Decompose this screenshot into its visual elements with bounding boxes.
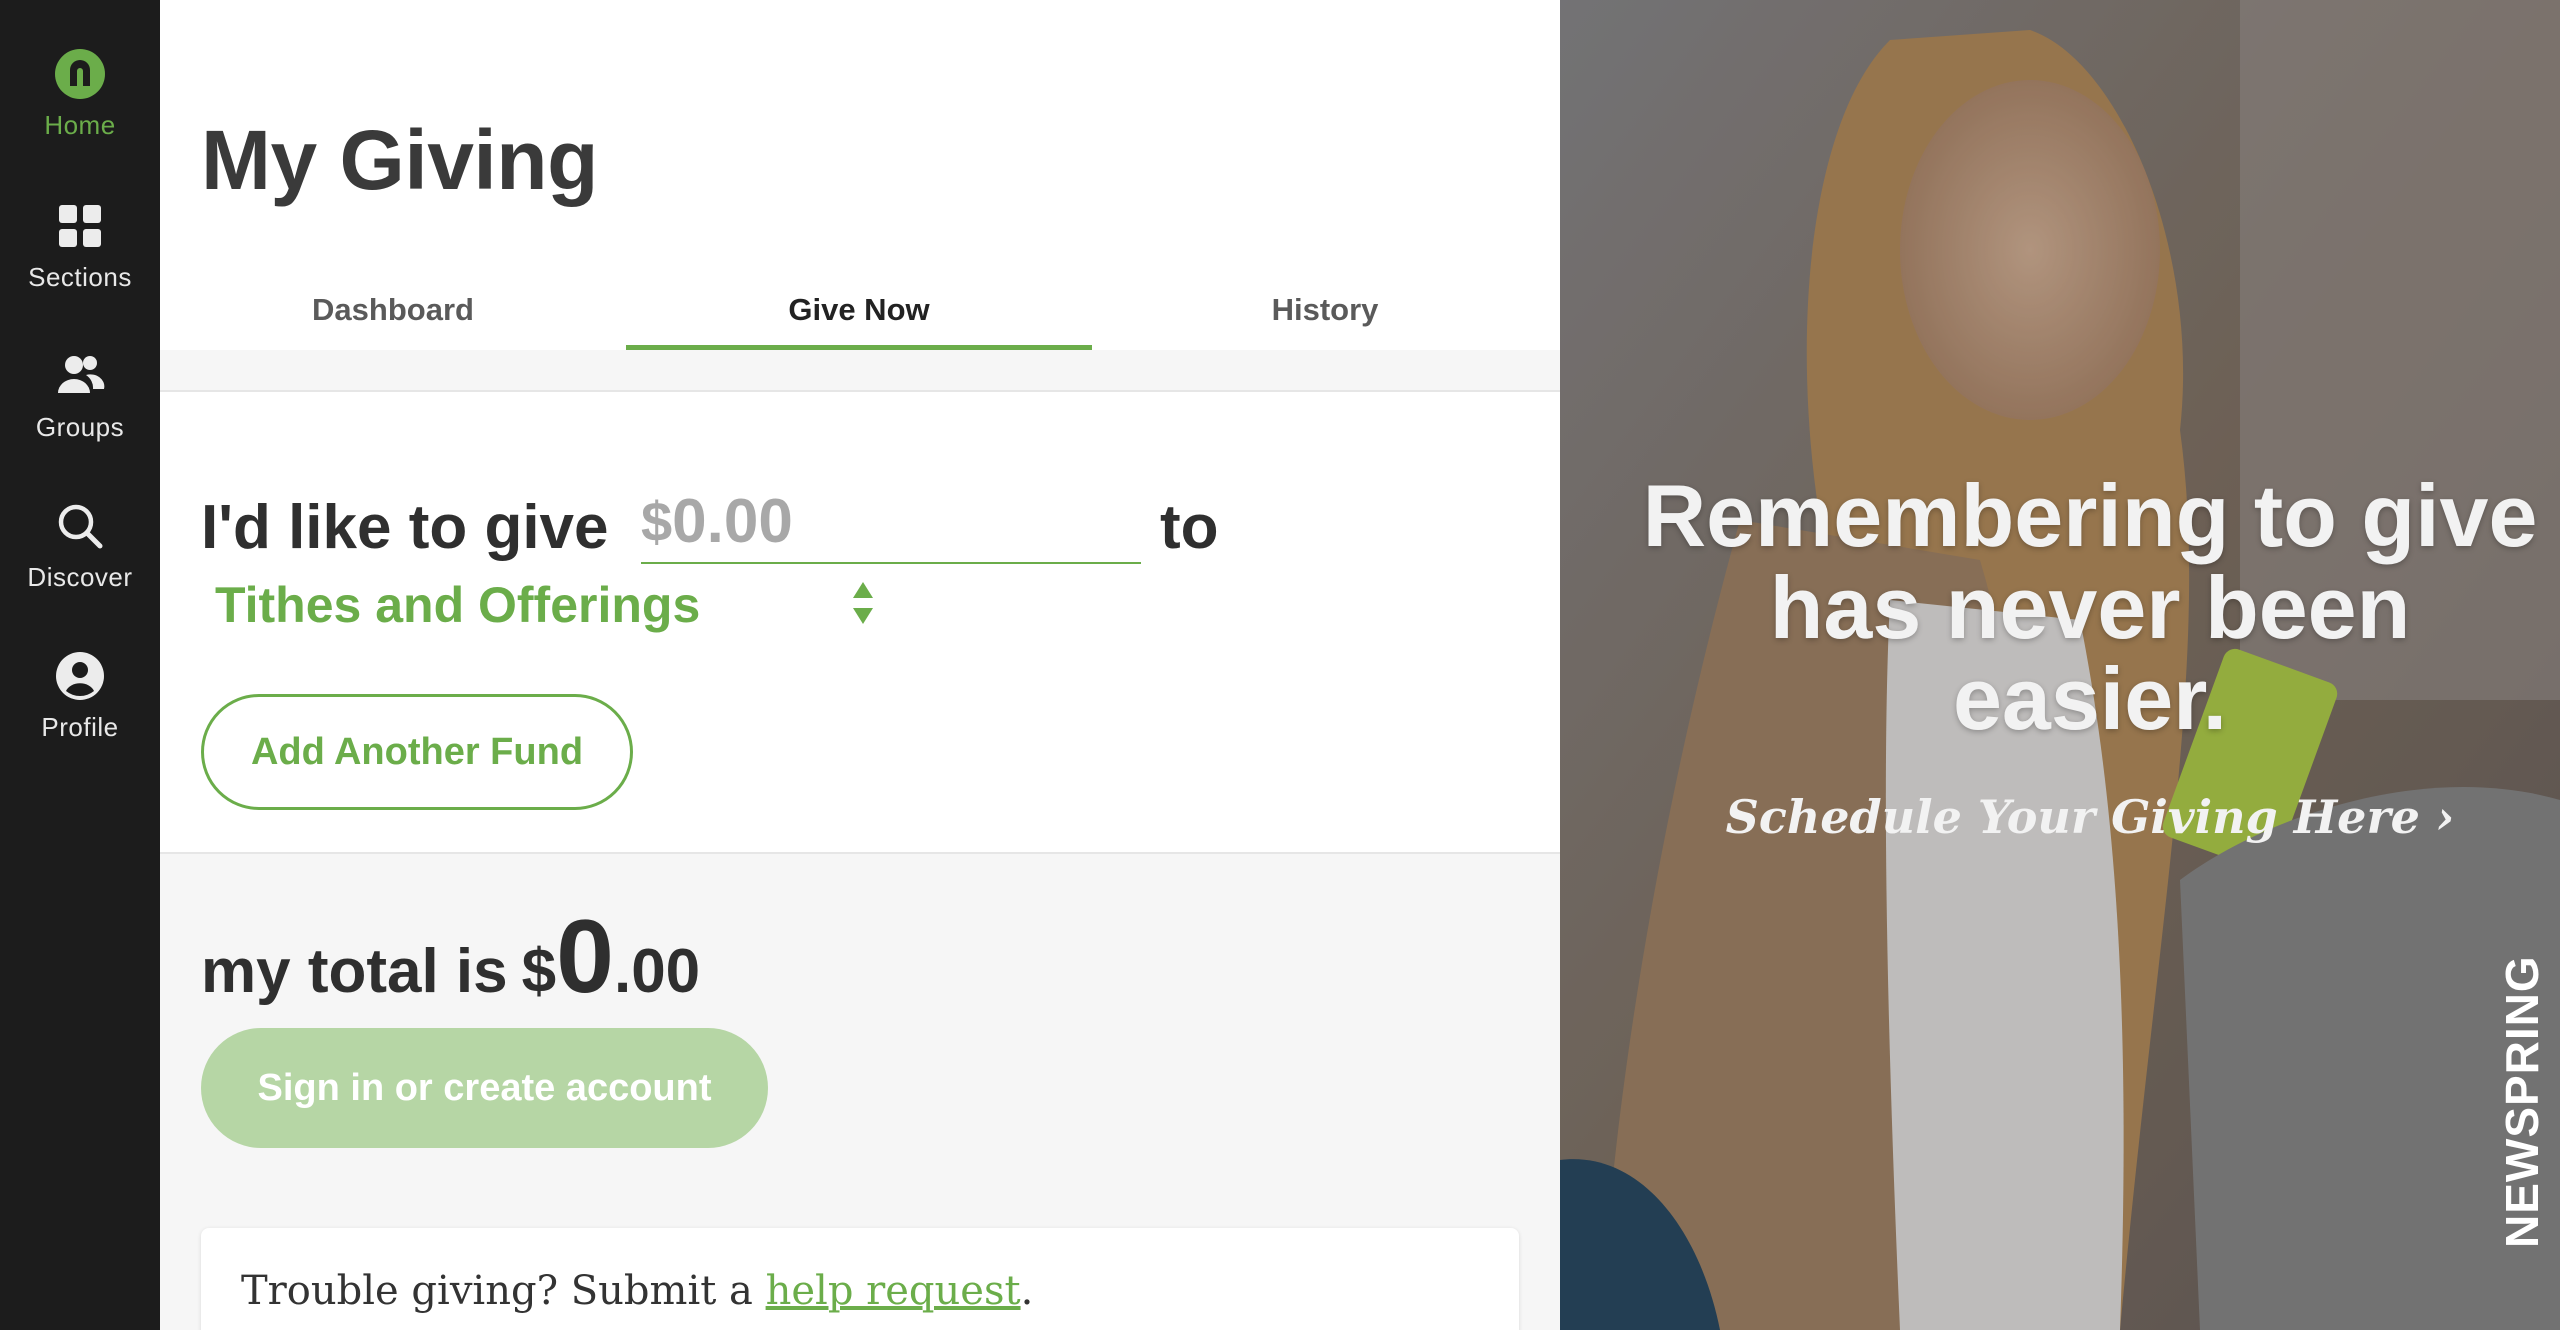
section-divider	[160, 350, 1560, 392]
sidebar-item-discover[interactable]: Discover	[0, 500, 160, 630]
help-card: Trouble giving? Submit a help request.	[201, 1228, 1519, 1330]
page-header: My Giving Dashboard Give Now History	[160, 0, 1560, 350]
total-summary: my total is $ 0 .00	[201, 905, 701, 1009]
sidebar-item-label: Sections	[28, 262, 132, 292]
sidebar-item-label: Groups	[35, 412, 125, 442]
tab-history[interactable]: History	[1092, 270, 1558, 350]
add-another-fund-button[interactable]: Add Another Fund	[201, 694, 633, 810]
user-circle-icon	[54, 650, 106, 702]
tab-give-now[interactable]: Give Now	[626, 270, 1092, 350]
sidebar-item-groups[interactable]: Groups	[0, 350, 160, 480]
select-arrows-icon	[851, 580, 875, 631]
total-label: my total is	[201, 937, 508, 1006]
currency-symbol: $	[641, 489, 673, 553]
sidebar-item-label: Discover	[27, 562, 133, 592]
amount-field[interactable]: $	[641, 480, 1141, 564]
sidebar-nav: Home Sections Groups Discover Profile	[0, 0, 160, 1330]
give-form: I'd like to give $ to Tithes and Offerin…	[160, 392, 1560, 854]
give-prefix: I'd like to give	[201, 492, 609, 562]
help-prefix: Trouble giving? Submit a	[241, 1268, 766, 1314]
schedule-giving-link[interactable]: Schedule Your Giving Here ›	[1660, 790, 2520, 844]
amount-input[interactable]	[672, 485, 1103, 557]
total-amount-major: 0	[556, 899, 614, 1015]
chevron-right-icon: ›	[2435, 790, 2455, 844]
promo-headline: Remembering to give has never been easie…	[1642, 466, 2538, 749]
grid-icon	[54, 200, 106, 252]
help-suffix: .	[1020, 1268, 1034, 1314]
tab-bar: Dashboard Give Now History	[160, 270, 1560, 350]
help-text: Trouble giving? Submit a help request.	[241, 1268, 1033, 1314]
promo-panel: Remembering to give has never been easie…	[1560, 0, 2560, 1330]
fund-selected-value: Tithes and Offerings	[215, 577, 701, 633]
people-icon	[54, 350, 106, 402]
svg-text:NEWSPRING: NEWSPRING	[2496, 955, 2548, 1248]
page-title: My Giving	[201, 113, 598, 207]
sidebar-item-sections[interactable]: Sections	[0, 200, 160, 330]
total-amount-minor: .00	[613, 937, 701, 1006]
sidebar-item-home[interactable]: Home	[0, 48, 160, 178]
search-icon	[54, 500, 106, 552]
tab-dashboard[interactable]: Dashboard	[160, 270, 626, 350]
sign-in-button[interactable]: Sign in or create account	[201, 1028, 768, 1148]
home-logo-icon	[54, 48, 106, 100]
sidebar-item-label: Home	[44, 110, 116, 140]
give-connector: to	[1160, 492, 1219, 562]
help-request-link[interactable]: help request	[766, 1268, 1021, 1314]
fund-select[interactable]: Tithes and Offerings	[215, 570, 875, 640]
main-panel: My Giving Dashboard Give Now History I'd…	[160, 0, 1560, 1330]
newspring-logo: NEWSPRING	[2496, 955, 2548, 1248]
schedule-giving-label: Schedule Your Giving Here	[1725, 790, 2420, 844]
sidebar-item-label: Profile	[41, 712, 119, 742]
total-currency: $	[521, 937, 557, 1006]
sidebar-item-profile[interactable]: Profile	[0, 650, 160, 780]
